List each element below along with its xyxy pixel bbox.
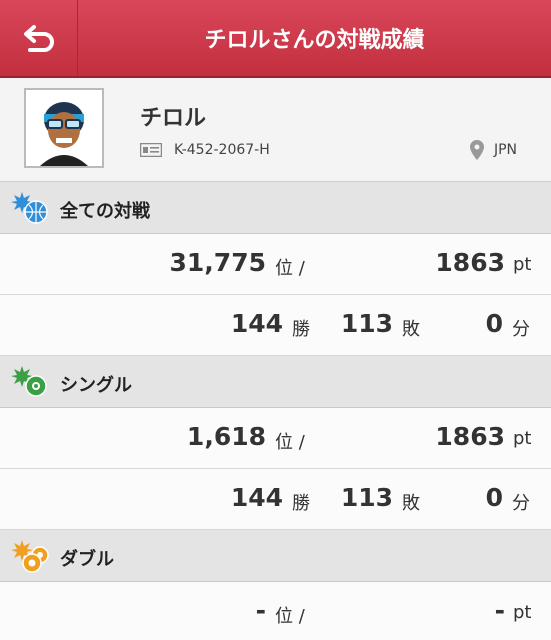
points-value: - xyxy=(494,596,505,625)
rank-unit: 位 / xyxy=(275,432,305,453)
losses-value: 113 xyxy=(340,309,393,338)
wins-unit: 勝 xyxy=(292,493,310,514)
section-label: シングル xyxy=(60,375,132,396)
profile-card: チロル K-452-2067-H JPN xyxy=(0,78,551,182)
header-bar: チロルさんの対戦成績 xyxy=(0,0,551,78)
wins-unit: 勝 xyxy=(292,319,310,340)
rank-row: 1,618 位 / 1863 pt xyxy=(0,408,551,469)
points-value: 1863 xyxy=(435,248,505,277)
single-ball-icon xyxy=(11,366,47,397)
losses-unit: 敗 xyxy=(402,319,420,340)
draws-unit: 分 xyxy=(512,493,530,514)
wins-value: 144 xyxy=(230,309,283,338)
wins-value: 144 xyxy=(230,483,283,512)
record-row: 144 勝 113 敗 0 分 xyxy=(0,469,551,530)
rank-value: 31,775 xyxy=(169,248,266,277)
trainer-name: チロル xyxy=(140,106,207,131)
section-label: 全ての対戦 xyxy=(60,201,150,222)
back-arrow-icon xyxy=(23,25,54,52)
draws-unit: 分 xyxy=(512,319,530,340)
page-title: チロルさんの対戦成績 xyxy=(204,28,425,53)
rank-unit: 位 / xyxy=(275,606,305,627)
section-singles: シングル xyxy=(0,356,551,408)
record-row: 144 勝 113 敗 0 分 xyxy=(0,295,551,356)
points-unit: pt xyxy=(513,254,532,275)
points-unit: pt xyxy=(513,428,532,449)
rank-row: 31,775 位 / 1863 pt xyxy=(0,234,551,295)
draws-value: 0 xyxy=(485,483,503,512)
rank-value: 1,618 xyxy=(186,422,266,451)
rank-value: - xyxy=(255,596,266,625)
trainer-id-row: K-452-2067-H xyxy=(140,142,270,158)
section-label: ダブル xyxy=(60,549,114,570)
location-row: JPN xyxy=(469,140,517,160)
trainer-id: K-452-2067-H xyxy=(174,142,270,158)
losses-unit: 敗 xyxy=(402,493,420,514)
back-button[interactable] xyxy=(0,0,78,76)
draws-value: 0 xyxy=(485,309,503,338)
id-card-icon xyxy=(140,143,162,157)
points-unit: pt xyxy=(513,602,532,623)
trainer-avatar xyxy=(24,88,104,168)
double-ball-icon xyxy=(11,540,49,573)
rank-unit: 位 / xyxy=(275,258,305,279)
location-text: JPN xyxy=(493,142,517,158)
section-all-battles: 全ての対戦 xyxy=(0,182,551,234)
section-doubles: ダブル xyxy=(0,530,551,582)
avatar-icon xyxy=(26,90,102,166)
rank-row: - 位 / - pt xyxy=(0,582,551,640)
points-value: 1863 xyxy=(435,422,505,451)
location-pin-icon xyxy=(469,140,484,160)
globe-burst-icon xyxy=(11,192,48,224)
losses-value: 113 xyxy=(340,483,393,512)
